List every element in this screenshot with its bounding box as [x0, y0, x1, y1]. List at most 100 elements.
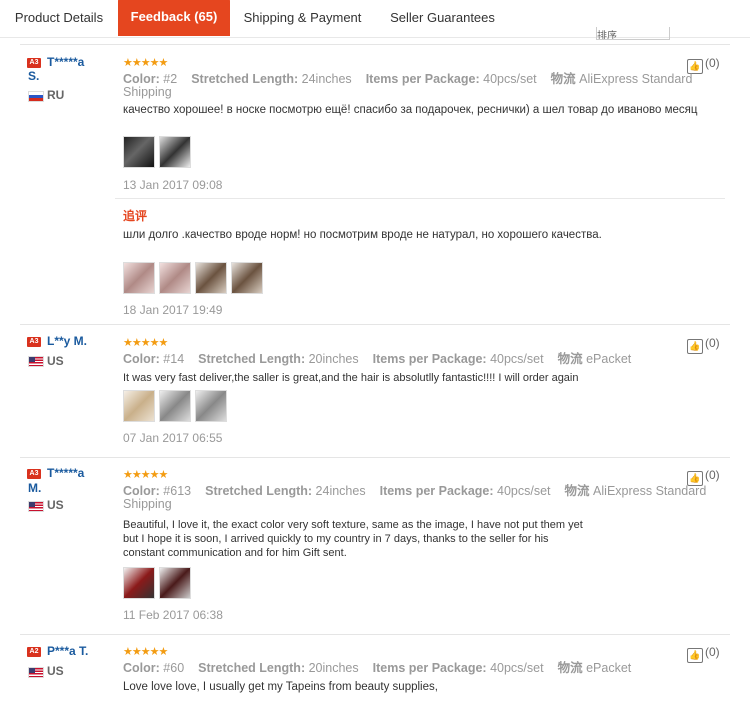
order-info: Color: #60 Stretched Length: 20inches Item… [123, 661, 631, 675]
review-photo[interactable] [123, 567, 155, 599]
shipping-value: ePacket [586, 352, 632, 366]
star-rating: ★★★★★ [123, 646, 168, 658]
logistics-label: 物流 [557, 661, 583, 675]
shipping-value: ePacket [586, 661, 632, 675]
usa-flag-icon [28, 356, 44, 367]
buyer-level-badge: A3 [27, 337, 41, 347]
review-photo[interactable] [123, 390, 155, 422]
helpful-count: (0) [705, 468, 720, 482]
star-rating: ★★★★★ [123, 57, 168, 69]
tab-product-details[interactable]: Product Details [0, 0, 118, 36]
buyer-country: RU [47, 88, 65, 102]
review-photo[interactable] [123, 136, 155, 168]
items-label: Items per Package: [365, 72, 480, 86]
buyer-country: US [47, 498, 64, 512]
review-date: 11 Feb 2017 06:38 [123, 608, 223, 622]
divider [115, 198, 725, 199]
review-date: 13 Jan 2017 09:08 [123, 178, 223, 192]
logistics-label: 物流 [557, 352, 583, 366]
review-photo[interactable] [159, 136, 191, 168]
review-photo[interactable] [159, 262, 191, 294]
helpful-count: (0) [705, 645, 720, 659]
review-photos [123, 567, 195, 599]
additional-review-date: 18 Jan 2017 19:49 [123, 303, 223, 317]
shipping-value-line2: Shipping [123, 497, 172, 511]
buyer-country: US [47, 664, 64, 678]
color-label: Color: [123, 72, 160, 86]
buyer-name[interactable]: T*****a [47, 466, 84, 480]
buyer-name[interactable]: P***a T. [47, 644, 88, 658]
review-photo[interactable] [123, 262, 155, 294]
items-label: Items per Package: [372, 352, 487, 366]
review-photo[interactable] [231, 262, 263, 294]
length-label: Stretched Length: [198, 352, 306, 366]
buyer-country: US [47, 354, 64, 368]
items-label: Items per Package: [379, 484, 494, 498]
length-value: 24inches [301, 72, 352, 86]
review-photos [123, 136, 195, 168]
buyer-name[interactable]: T*****a [47, 55, 84, 69]
order-info: Color: #14 Stretched Length: 20inches Item… [123, 352, 631, 366]
buyer-level-badge: A3 [27, 58, 41, 68]
helpful-button[interactable]: 👍 (0) [687, 645, 720, 663]
color-value: #2 [163, 72, 178, 86]
review-photo[interactable] [195, 262, 227, 294]
review-photo[interactable] [195, 390, 227, 422]
color-value: #613 [163, 484, 192, 498]
sort-dropdown[interactable]: 排序 [596, 27, 670, 40]
review-text: Love love love, I usually get my Tapeins… [123, 681, 438, 693]
helpful-count: (0) [705, 336, 720, 350]
length-value: 24inches [315, 484, 366, 498]
length-label: Stretched Length: [205, 484, 313, 498]
additional-feedback-label: 追评 [123, 209, 148, 223]
additional-review-photos [123, 262, 267, 294]
shipping-value: AliExpress Standard [579, 72, 693, 86]
color-label: Color: [123, 352, 160, 366]
length-value: 20inches [308, 661, 359, 675]
items-value: 40pcs/set [483, 72, 537, 86]
color-value: #60 [163, 661, 185, 675]
length-value: 20inches [308, 352, 359, 366]
order-info: Color: #613 Stretched Length: 24inches Ite… [123, 484, 706, 498]
items-value: 40pcs/set [497, 484, 551, 498]
review-photo[interactable] [159, 390, 191, 422]
buyer-name-line2[interactable]: S. [28, 69, 39, 83]
review-text: Beautiful, I love it, the exact color ve… [123, 519, 583, 559]
shipping-value-line2: Shipping [123, 85, 172, 99]
length-label: Stretched Length: [198, 661, 306, 675]
thumbs-up-icon: 👍 [687, 648, 703, 663]
logistics-label: 物流 [550, 72, 576, 86]
divider [20, 457, 730, 458]
review-text: It was very fast deliver,the saller is g… [123, 372, 579, 384]
review-photos [123, 390, 231, 422]
helpful-count: (0) [705, 56, 720, 70]
star-rating: ★★★★★ [123, 337, 168, 349]
items-value: 40pcs/set [490, 352, 544, 366]
thumbs-up-icon: 👍 [687, 339, 703, 354]
color-label: Color: [123, 484, 160, 498]
usa-flag-icon [28, 667, 44, 678]
review-date: 07 Jan 2017 06:55 [123, 431, 223, 445]
shipping-value: AliExpress Standard [593, 484, 707, 498]
review-photo[interactable] [159, 567, 191, 599]
additional-review-text: шли долго .качество вроде норм! но посмо… [123, 229, 602, 241]
items-label: Items per Package: [372, 661, 487, 675]
divider [20, 44, 730, 45]
color-value: #14 [163, 352, 185, 366]
tab-shipping-payment[interactable]: Shipping & Payment [230, 0, 375, 36]
order-info: Color: #2 Stretched Length: 24inches Items… [123, 72, 692, 86]
tab-feedback[interactable]: Feedback (65) [118, 0, 230, 36]
color-label: Color: [123, 661, 160, 675]
buyer-name-line2[interactable]: M. [28, 481, 41, 495]
items-value: 40pcs/set [490, 661, 544, 675]
length-label: Stretched Length: [191, 72, 299, 86]
usa-flag-icon [28, 501, 44, 512]
divider [20, 324, 730, 325]
buyer-name[interactable]: L**y M. [47, 334, 87, 348]
review-text: качество хорошее! в носке посмотрю ещё! … [123, 104, 698, 116]
tab-seller-guarantees[interactable]: Seller Guarantees [375, 0, 510, 36]
star-rating: ★★★★★ [123, 469, 168, 481]
russia-flag-icon [28, 91, 44, 102]
helpful-button[interactable]: 👍 (0) [687, 336, 720, 354]
logistics-label: 物流 [564, 484, 590, 498]
